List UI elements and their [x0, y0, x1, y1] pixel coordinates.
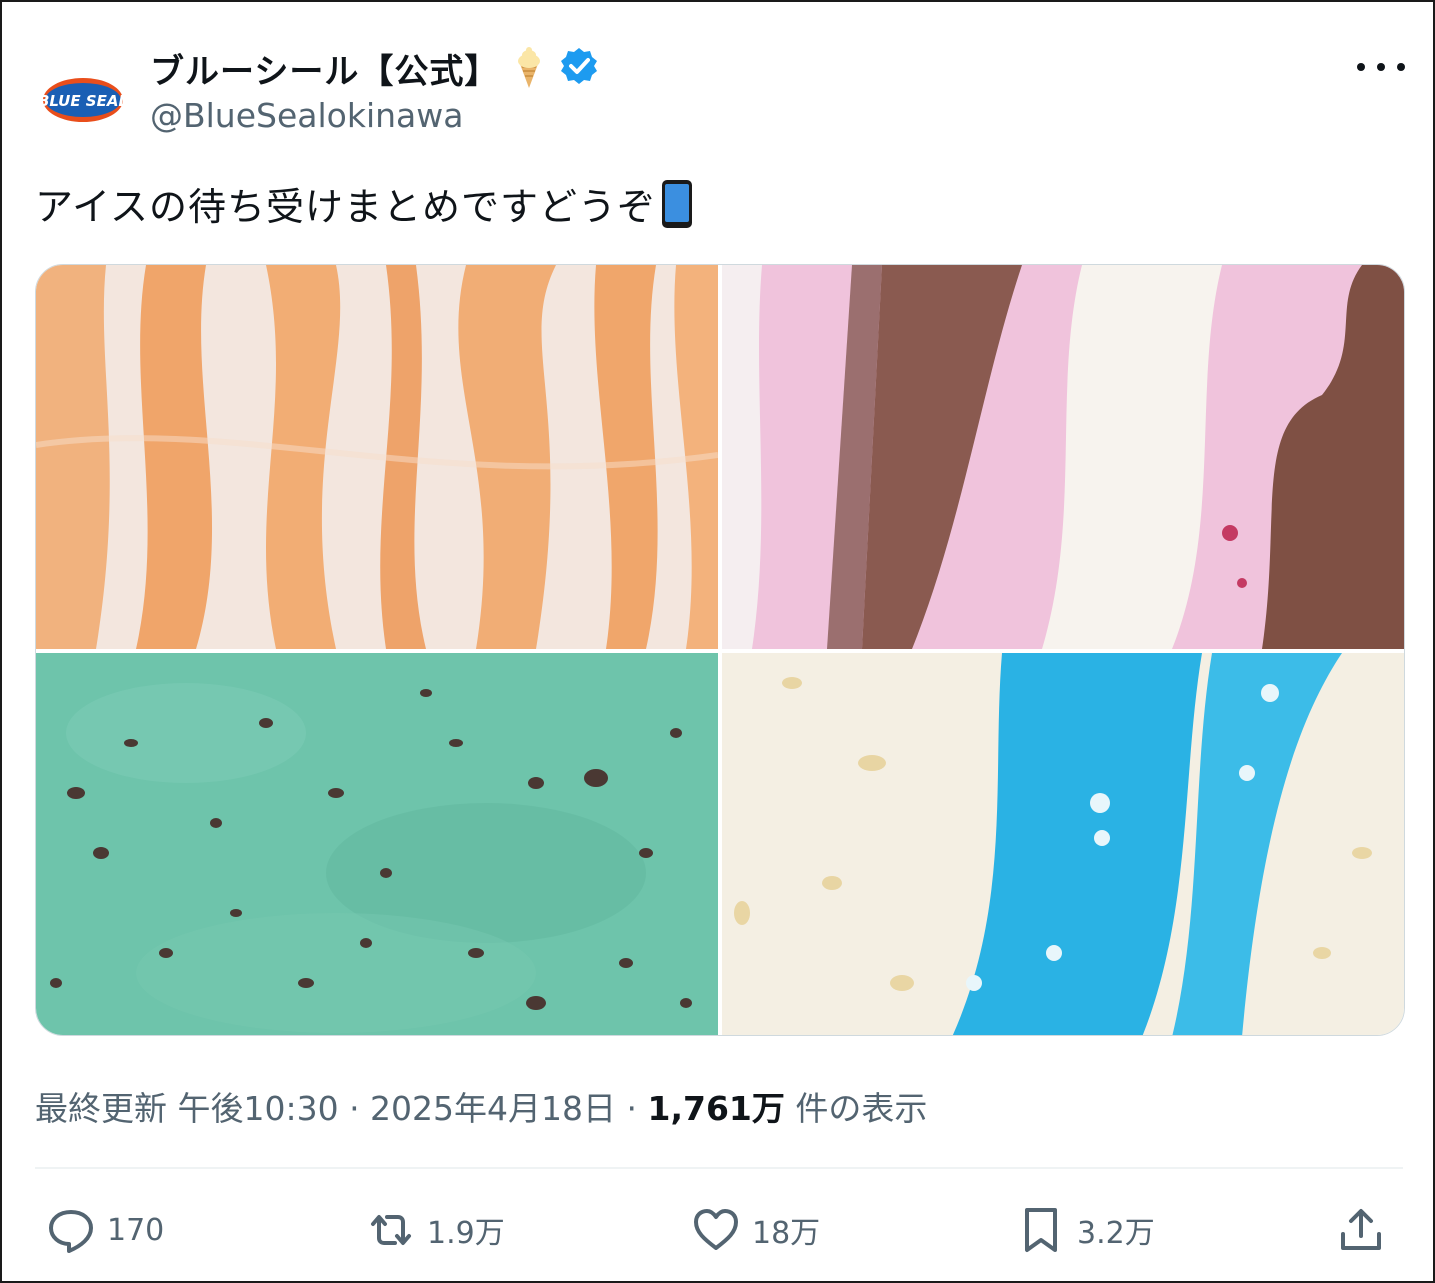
phone-icon: [660, 178, 694, 230]
avatar-logo-text: BLUE SEAL: [38, 92, 128, 110]
media-image-orange-swirl[interactable]: [36, 265, 718, 649]
share-button[interactable]: [1335, 1202, 1387, 1258]
display-name[interactable]: ブルーシール【公式】: [150, 44, 499, 93]
media-image-strawberry-chocolate[interactable]: [722, 265, 1404, 649]
bookmark-button[interactable]: 3.2万: [1015, 1202, 1155, 1258]
share-icon: [1335, 1204, 1387, 1256]
reply-icon: [45, 1204, 97, 1256]
media-grid[interactable]: [35, 264, 1405, 1036]
divider: [35, 1167, 1403, 1169]
bookmark-icon: [1015, 1204, 1067, 1256]
repost-count: 1.9万: [427, 1216, 505, 1251]
more-dot: [1377, 63, 1385, 71]
tweet-timestamp[interactable]: 最終更新 午後10:30 · 2025年4月18日 ·: [35, 1089, 648, 1128]
tweet-body: アイスの待ち受けまとめですどうぞ: [35, 185, 656, 229]
reply-button[interactable]: 170: [45, 1202, 164, 1258]
media-image-blue-vanilla[interactable]: [722, 653, 1404, 1035]
like-count: 18万: [752, 1216, 821, 1251]
avatar[interactable]: BLUE SEAL: [35, 54, 131, 150]
view-label: 件の表示: [784, 1089, 928, 1128]
tweet-meta: 最終更新 午後10:30 · 2025年4月18日 · 1,761万 件の表示: [35, 1082, 927, 1130]
author-handle[interactable]: @BlueSealokinawa: [150, 96, 463, 135]
media-image-mint-chip[interactable]: [36, 653, 718, 1035]
icecream-icon: [509, 46, 549, 90]
like-icon: [690, 1204, 742, 1256]
more-dot: [1397, 63, 1405, 71]
bookmark-count: 3.2万: [1077, 1216, 1155, 1251]
tweet-card: BLUE SEAL ブルーシール【公式】 @BlueSealokinawa アイ…: [0, 0, 1435, 1283]
more-icon[interactable]: [1357, 52, 1405, 82]
verified-icon[interactable]: [559, 46, 599, 90]
tweet-text: アイスの待ち受けまとめですどうぞ: [35, 176, 694, 231]
repost-button[interactable]: 1.9万: [365, 1202, 505, 1258]
action-bar: 170 1.9万 18万 3.2万: [35, 1192, 1403, 1272]
author-name-row: ブルーシール【公式】: [150, 42, 599, 94]
repost-icon: [365, 1204, 417, 1256]
view-count: 1,761万: [647, 1089, 785, 1128]
more-dot: [1357, 63, 1365, 71]
like-button[interactable]: 18万: [690, 1202, 820, 1258]
reply-count: 170: [107, 1212, 165, 1248]
